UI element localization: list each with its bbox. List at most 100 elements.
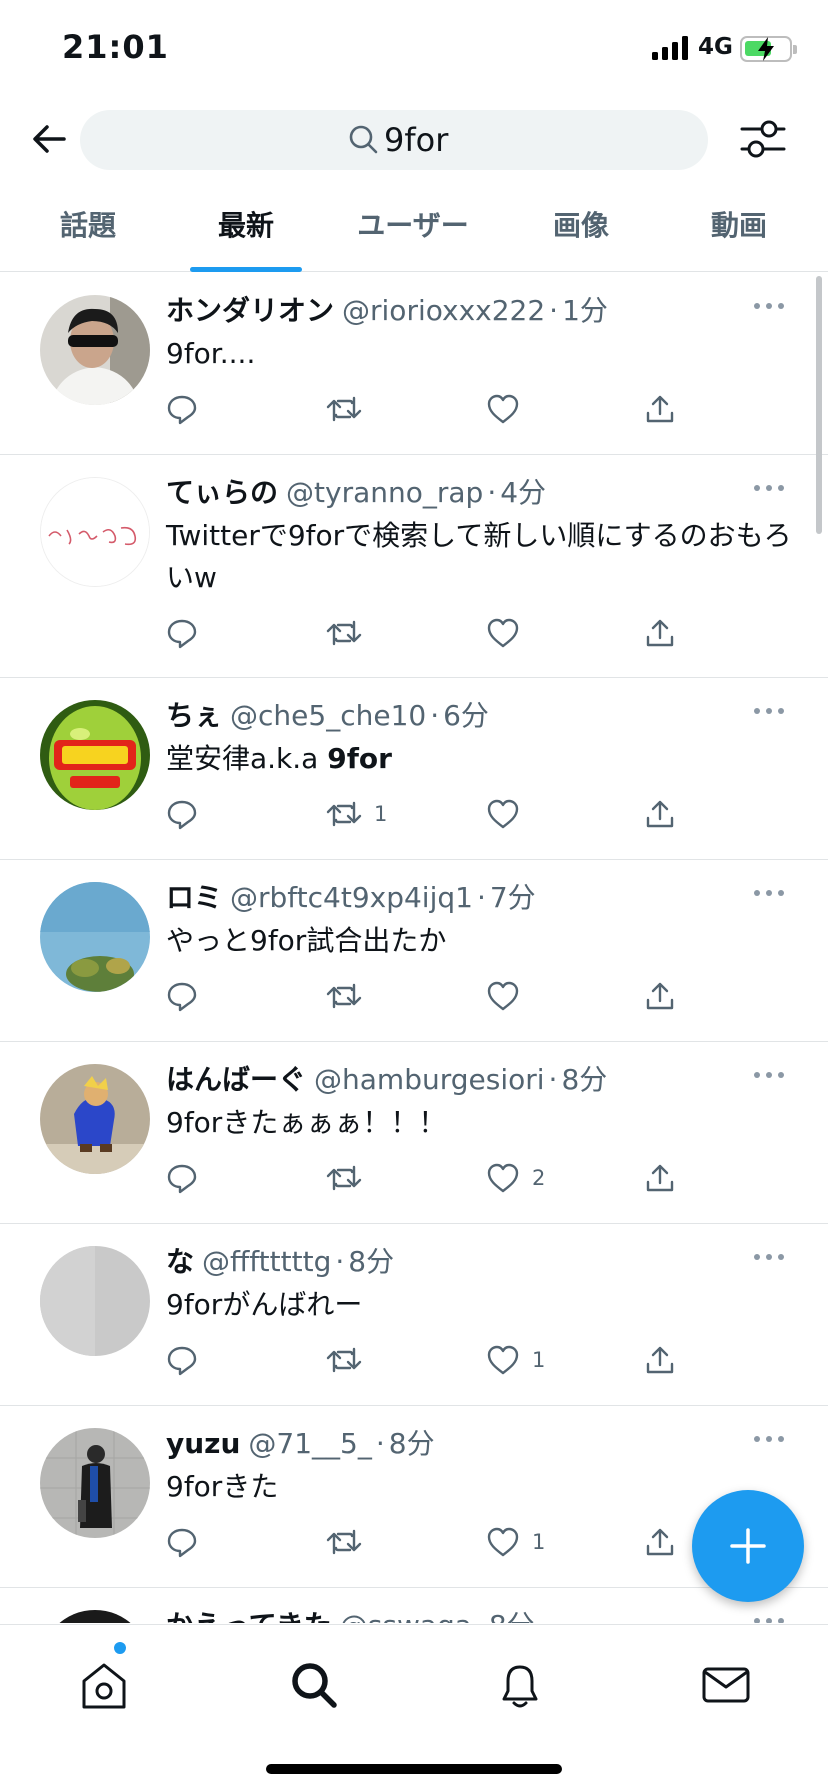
share-icon[interactable] (644, 798, 676, 830)
share-icon[interactable] (644, 617, 676, 649)
heart-icon[interactable] (486, 1526, 520, 1558)
reply-icon[interactable] (166, 798, 198, 830)
tweet-text: Twitterで9forで検索して新しい順にするのおもろいw (166, 519, 792, 594)
tweet-item[interactable]: ロミ @rbftc4t9xp4ijq1 · 7分 やっと9for試合出たか (0, 860, 828, 1042)
highlighted-term: 9for (327, 742, 392, 775)
heart-icon[interactable] (486, 980, 520, 1012)
tweet-author-name[interactable]: てぃらの (166, 476, 278, 509)
tweet-author-name[interactable]: yuzu (166, 1427, 240, 1460)
tweet-item[interactable]: ホンダリオン @riorioxxx222 · 1分 9for.... (0, 273, 828, 455)
tab-latest[interactable]: 最新 (190, 186, 302, 272)
heart-icon[interactable] (486, 1162, 520, 1194)
tweet-time: 1分 (562, 294, 608, 327)
share-icon[interactable] (644, 1526, 676, 1558)
retweet-icon[interactable] (326, 1526, 362, 1558)
avatar[interactable] (40, 1064, 150, 1174)
more-options-icon[interactable] (754, 1070, 788, 1080)
tweet-time: 8分 (561, 1063, 608, 1096)
tweet-header: ちぇ @che5_che10 · 6分 (166, 699, 489, 732)
tweet-item[interactable]: はんばーぐ @hamburgesiori · 8分 9forきたぁぁぁ！！！ 2 (0, 1042, 828, 1224)
search-box[interactable] (80, 110, 708, 170)
scrollbar[interactable] (816, 276, 822, 534)
heart-icon[interactable] (486, 393, 520, 425)
tweet-handle[interactable]: @che5_che10 (230, 699, 426, 732)
tweet-handle[interactable]: @riorioxxx222 (342, 294, 545, 327)
tweet-author-name[interactable]: ロミ (166, 881, 222, 914)
retweet-icon[interactable] (326, 1162, 362, 1194)
tweet-text: 9forがんばれー (166, 1288, 363, 1321)
avatar[interactable] (40, 882, 150, 992)
bell-icon[interactable] (490, 1655, 550, 1715)
retweet-icon[interactable] (326, 798, 362, 830)
tweet-handle[interactable]: @sswaga (340, 1609, 472, 1623)
tweet-text: 9forきた (166, 1470, 279, 1503)
retweet-icon[interactable] (326, 393, 362, 425)
avatar[interactable] (40, 1610, 150, 1623)
reply-icon[interactable] (166, 1162, 198, 1194)
tweet-handle[interactable]: @71__5_ (248, 1427, 371, 1460)
avatar[interactable] (40, 295, 150, 405)
more-options-icon[interactable] (754, 1616, 788, 1623)
tweet-item[interactable]: てぃらの @tyranno_rap · 4分 Twitterで9forで検索して新しい… (0, 455, 828, 678)
avatar[interactable] (40, 1428, 150, 1538)
tweet-text: やっと9for試合出たか (166, 924, 447, 957)
tweet-feed[interactable]: ホンダリオン @riorioxxx222 · 1分 9for.... てぃらの @tyr… (0, 273, 828, 1623)
tweet-time: 4分 (500, 476, 547, 509)
search-filter-icon[interactable] (738, 116, 788, 162)
tweet-item[interactable]: かえってきた@sswaga·8分 (0, 1588, 828, 1623)
tweet-handle[interactable]: @tyranno_rap (286, 476, 483, 509)
tweet-header: yuzu @71__5_ · 8分 (166, 1427, 435, 1460)
more-options-icon[interactable] (754, 483, 788, 493)
heart-icon[interactable] (486, 1344, 520, 1376)
share-icon[interactable] (644, 1344, 676, 1376)
explore-search-icon[interactable] (284, 1655, 344, 1715)
tweet-actions (166, 389, 706, 429)
mail-icon[interactable] (696, 1655, 756, 1715)
reply-icon[interactable] (166, 393, 198, 425)
avatar[interactable] (40, 700, 150, 810)
home-icon[interactable] (74, 1655, 134, 1715)
more-options-icon[interactable] (754, 1434, 788, 1444)
reply-icon[interactable] (166, 1344, 198, 1376)
more-options-icon[interactable] (754, 1252, 788, 1262)
reply-icon[interactable] (166, 617, 198, 649)
tweet-handle[interactable]: @rbftc4t9xp4ijq1 (230, 881, 473, 914)
tab-people[interactable]: ユーザー (338, 186, 488, 272)
share-icon[interactable] (644, 393, 676, 425)
tweet-text: 堂安律a.k.a 9for (166, 742, 392, 775)
reply-icon[interactable] (166, 1526, 198, 1558)
tweet-author-name[interactable]: はんばーぐ (166, 1063, 306, 1096)
tweet-handle[interactable]: @ffftttttg (202, 1245, 331, 1278)
tweet-item[interactable]: な @ffftttttg · 8分 9forがんばれー 1 (0, 1224, 828, 1406)
retweet-icon[interactable] (326, 980, 362, 1012)
more-options-icon[interactable] (754, 706, 788, 716)
tweet-author-name[interactable]: な (166, 1245, 194, 1278)
retweet-icon[interactable] (326, 617, 362, 649)
tweet-author-name[interactable]: かえってきた (166, 1609, 332, 1623)
compose-button[interactable] (692, 1490, 804, 1602)
share-icon[interactable] (644, 980, 676, 1012)
tab-photos[interactable]: 画像 (526, 186, 636, 272)
more-options-icon[interactable] (754, 301, 788, 311)
heart-icon[interactable] (486, 617, 520, 649)
tweet-author-name[interactable]: ホンダリオン (166, 294, 334, 327)
tab-videos[interactable]: 動画 (684, 186, 794, 272)
active-tab-indicator (190, 267, 302, 272)
avatar[interactable] (40, 477, 150, 587)
retweet-icon[interactable] (326, 1344, 362, 1376)
avatar[interactable] (40, 1246, 150, 1356)
reply-icon[interactable] (166, 980, 198, 1012)
share-icon[interactable] (644, 1162, 676, 1194)
more-options-icon[interactable] (754, 888, 788, 898)
battery-icon (740, 36, 797, 62)
heart-icon[interactable] (486, 798, 520, 830)
tweet-time: 7分 (489, 881, 536, 914)
status-bar: 21:01 4G (0, 0, 828, 100)
signal-icon (652, 36, 688, 60)
tweet-handle[interactable]: @hamburgesiori (314, 1063, 545, 1096)
tweet-item[interactable]: ちぇ @che5_che10 · 6分 堂安律a.k.a 9for 1 (0, 678, 828, 860)
tweet-author-name[interactable]: ちぇ (166, 699, 222, 732)
search-input[interactable] (384, 118, 684, 162)
tab-trending[interactable]: 話題 (30, 186, 146, 272)
back-arrow-icon[interactable] (28, 118, 70, 160)
